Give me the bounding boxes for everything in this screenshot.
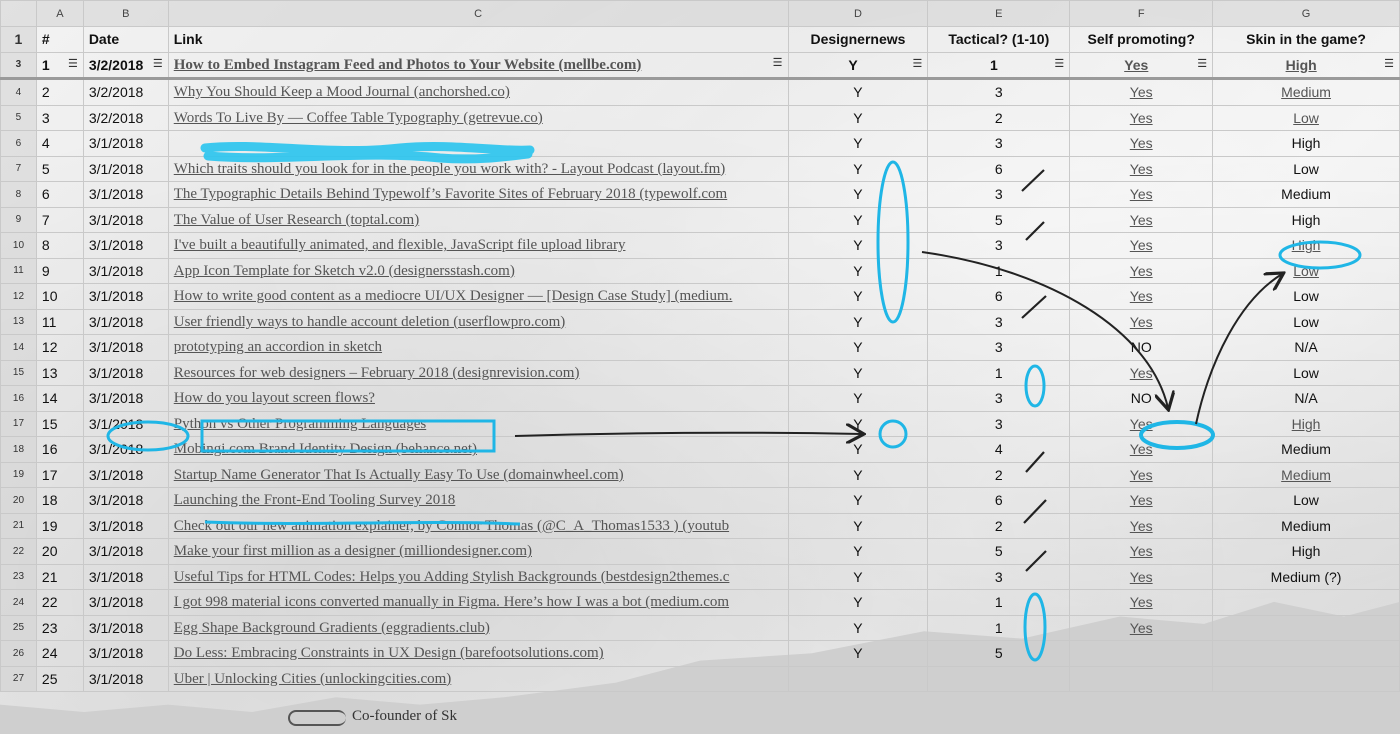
hand-drawn-annotations [106, 141, 1362, 662]
highlight-underline [204, 520, 521, 526]
highlight-tactical-ellipse-2 [1023, 592, 1047, 662]
tactical-strike-marks [1021, 169, 1047, 572]
highlight-y-ellipse [878, 419, 908, 449]
arrow-yes-to-high [1195, 274, 1282, 425]
highlight-tactical-ellipse-1 [1024, 364, 1046, 408]
highlight-link-box [200, 419, 496, 453]
arrow-link-to-y [514, 433, 862, 436]
highlight-yes-ellipse [1139, 420, 1215, 450]
highlight-designernews-ellipse [876, 160, 910, 324]
highlight-date-ellipse [106, 420, 190, 452]
redaction-scribble [200, 141, 535, 164]
highlight-skin-high-ellipse [1278, 240, 1362, 270]
